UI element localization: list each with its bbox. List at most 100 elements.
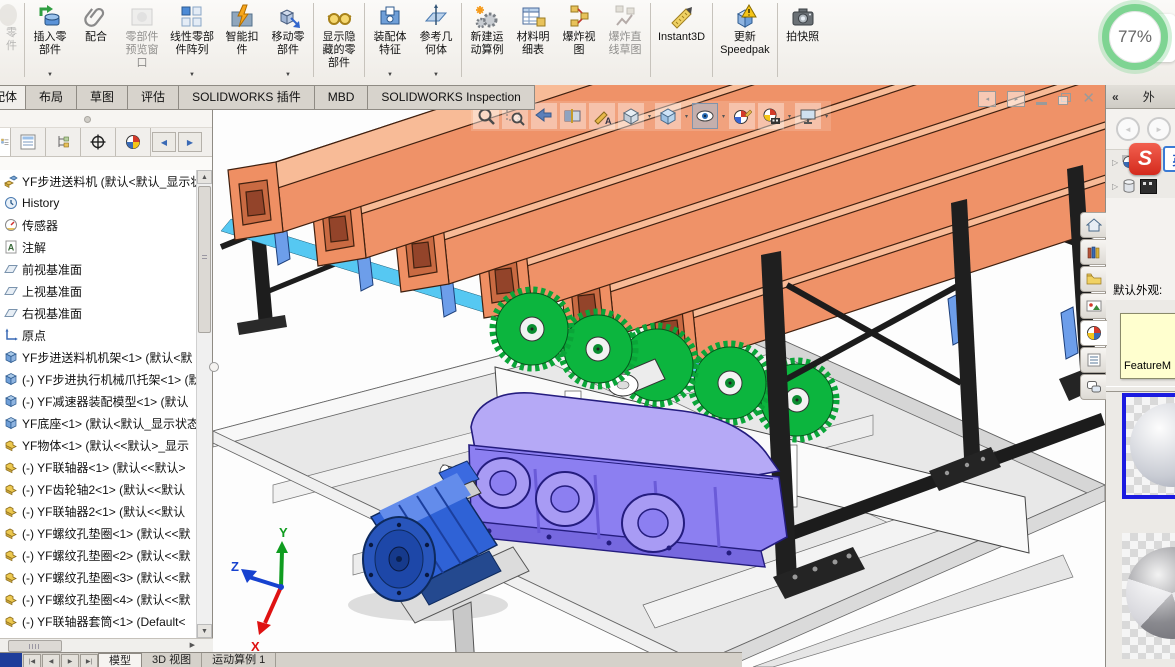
sogou-ime-icon[interactable]: S bbox=[1129, 143, 1161, 175]
edit-appearance-icon[interactable] bbox=[729, 103, 756, 129]
custom-properties-icon[interactable] bbox=[1080, 347, 1106, 373]
restore-button[interactable] bbox=[1058, 93, 1072, 105]
dropdown-caret-icon[interactable]: ▾ bbox=[685, 113, 688, 120]
toolbar-button-exploded-view[interactable]: 爆炸视 图 bbox=[556, 0, 602, 81]
tab-assembly-partial[interactable]: 配体 bbox=[0, 85, 27, 110]
last-study-icon[interactable]: ▶| bbox=[80, 654, 98, 667]
tree-item-component[interactable]: (-) YF减速器装配模型<1> (默认 bbox=[0, 390, 196, 412]
tree-item-front-plane[interactable]: 前视基准面 bbox=[0, 258, 196, 280]
hide-show-items-icon[interactable] bbox=[692, 103, 719, 129]
file-explorer-icon[interactable] bbox=[1080, 266, 1106, 292]
toolbar-button-assembly-features[interactable]: 装配体 特征 ▼ bbox=[367, 0, 413, 81]
tree-item-component[interactable]: (-) YF联轴器2<1> (默认<<默认 bbox=[0, 500, 196, 522]
scenes-tree-item[interactable]: ▷ bbox=[1106, 174, 1175, 198]
toolbar-button-reference-geometry[interactable]: 参考几 何体 ▼ bbox=[413, 0, 459, 81]
dropdown-caret-icon[interactable]: ▾ bbox=[788, 113, 791, 120]
expand-arrow-icon[interactable]: ▷ bbox=[1112, 158, 1118, 167]
tree-item-right-plane[interactable]: 右视基准面 bbox=[0, 302, 196, 324]
dropdown-caret-icon[interactable]: ▾ bbox=[825, 113, 828, 120]
view-orientation-icon[interactable] bbox=[618, 103, 644, 129]
tree-item-component[interactable]: YF底座<1> (默认<默认_显示状态 bbox=[0, 412, 196, 434]
tab-property-manager[interactable] bbox=[11, 128, 46, 156]
tab-model[interactable]: 模型 bbox=[98, 653, 142, 667]
tab-featuremanager-tree[interactable] bbox=[0, 128, 11, 156]
tab-scroll-right-icon[interactable]: ▶ bbox=[178, 132, 202, 152]
tree-item-component[interactable]: (-) YF螺纹孔垫圈<1> (默认<<默 bbox=[0, 522, 196, 544]
tree-item-top-plane[interactable]: 上视基准面 bbox=[0, 280, 196, 302]
appearance-swatch-selected[interactable] bbox=[1122, 393, 1175, 499]
forum-icon[interactable] bbox=[1080, 374, 1106, 400]
toolbar-button-mate[interactable]: 配合 bbox=[73, 0, 119, 81]
tab-evaluate[interactable]: 评估 bbox=[127, 85, 180, 110]
scrollbar-thumb[interactable] bbox=[8, 640, 62, 652]
tree-item-component[interactable]: (-) YF螺纹孔垫圈<2> (默认<<默 bbox=[0, 544, 196, 566]
scroll-up-icon[interactable]: ▲ bbox=[197, 170, 212, 184]
appearance-swatch[interactable] bbox=[1122, 533, 1175, 659]
scroll-right-icon[interactable]: ▶ bbox=[190, 641, 195, 649]
scroll-down-icon[interactable]: ▼ bbox=[197, 624, 212, 638]
collapse-task-pane-icon[interactable]: « bbox=[1112, 90, 1119, 104]
tree-item-component[interactable]: YF步进送料机机架<1> (默认<默 bbox=[0, 346, 196, 368]
tree-item-component[interactable]: (-) YF联轴器套筒<1> (Default< bbox=[0, 610, 196, 632]
tree-item-component[interactable]: (-) YF螺纹孔垫圈<4> (默认<<默 bbox=[0, 588, 196, 610]
toolbar-button-take-snapshot[interactable]: 拍快照 bbox=[780, 0, 826, 81]
dropdown-caret-icon[interactable]: ▼ bbox=[433, 72, 439, 78]
display-style-icon[interactable] bbox=[655, 103, 682, 129]
toolbar-button-show-hidden-components[interactable]: 显示隐 藏的零 部件 bbox=[316, 0, 362, 81]
split-pane-left-button[interactable]: ◂ bbox=[978, 91, 997, 107]
dropdown-caret-icon[interactable]: ▼ bbox=[387, 72, 393, 78]
tab-motion-study-1[interactable]: 运动算例 1 bbox=[202, 653, 277, 667]
tab-solidworks-inspection[interactable]: SOLIDWORKS Inspection bbox=[367, 85, 535, 110]
tree-item-component[interactable]: (-) YF联轴器<1> (默认<<默认> bbox=[0, 456, 196, 478]
close-icon[interactable]: ✕ bbox=[1082, 91, 1095, 106]
back-icon[interactable]: ◄ bbox=[1116, 117, 1140, 141]
annotation-visibility-icon[interactable]: A bbox=[589, 103, 615, 129]
dropdown-caret-icon[interactable]: ▾ bbox=[648, 113, 651, 120]
tab-scroll-left-icon[interactable]: ◀ bbox=[152, 132, 176, 152]
tab-layout[interactable]: 布局 bbox=[25, 85, 78, 110]
minimize-button[interactable] bbox=[1036, 101, 1048, 105]
tab-configuration-manager[interactable] bbox=[46, 128, 81, 156]
next-study-icon[interactable]: ▶ bbox=[61, 654, 79, 667]
toolbar-button-insert-component[interactable]: 插入零 部件 ▼ bbox=[27, 0, 73, 81]
tree-item-history[interactable]: History bbox=[0, 192, 196, 214]
first-study-icon[interactable]: |◀ bbox=[23, 654, 41, 667]
tab-dimxpert-manager[interactable] bbox=[81, 128, 116, 156]
tree-filter-row[interactable] bbox=[0, 157, 212, 171]
toolbar-button-smart-fasteners[interactable]: 智能扣 件 bbox=[219, 0, 265, 81]
graphics-viewport[interactable]: Y Z X A ▾ ▾ ▾ ▾ ▾ ◂ ▸ ✕ bbox=[213, 85, 1105, 667]
toolbar-button-new-motion-study[interactable]: 新建运 动算例 bbox=[464, 0, 510, 81]
tab-sketch[interactable]: 草图 bbox=[76, 85, 129, 110]
tree-item-component[interactable]: (-) YF螺纹孔垫圈<3> (默认<<默 bbox=[0, 566, 196, 588]
tree-vertical-scrollbar[interactable]: ▲ ▼ bbox=[196, 170, 212, 638]
split-pane-right-button[interactable]: ▸ bbox=[1007, 91, 1026, 107]
assembly-3d-scene[interactable]: Y Z X bbox=[213, 85, 1105, 667]
dropdown-caret-icon[interactable]: ▼ bbox=[285, 72, 291, 78]
scrollbar-thumb[interactable] bbox=[198, 186, 211, 333]
tree-item-sensors[interactable]: 传感器 bbox=[0, 214, 196, 236]
tab-solidworks-addins[interactable]: SOLIDWORKS 插件 bbox=[178, 85, 315, 110]
ime-mode-badge[interactable]: 英 bbox=[1163, 146, 1175, 172]
previous-view-icon[interactable] bbox=[531, 103, 557, 129]
splitter-dot[interactable] bbox=[84, 116, 91, 123]
panel-splitter-handle[interactable] bbox=[209, 362, 219, 372]
dropdown-caret-icon[interactable]: ▼ bbox=[189, 72, 195, 78]
toolbar-button-edit-component-partial[interactable]: 零件 bbox=[0, 0, 22, 81]
tree-item-origin[interactable]: 原点 bbox=[0, 324, 196, 346]
apply-scene-icon[interactable] bbox=[758, 103, 785, 129]
tab-mbd[interactable]: MBD bbox=[313, 85, 369, 110]
section-view-icon[interactable] bbox=[560, 103, 586, 129]
toolbar-button-move-component[interactable]: 移动零 部件 ▼ bbox=[265, 0, 311, 81]
tree-item-assembly-root[interactable]: YF步进送料机 (默认<默认_显示状 bbox=[0, 170, 196, 192]
tab-3d-views[interactable]: 3D 视图 bbox=[142, 653, 203, 667]
toolbar-button-update-speedpak[interactable]: 更新 Speedpak bbox=[715, 0, 775, 81]
home-icon[interactable] bbox=[1080, 212, 1106, 238]
tree-item-component[interactable]: YF物体<1> (默认<<默认>_显示 bbox=[0, 434, 196, 456]
forward-icon[interactable]: ► bbox=[1147, 117, 1171, 141]
tree-item-component[interactable]: (-) YF齿轮轴2<1> (默认<<默认 bbox=[0, 478, 196, 500]
previous-study-icon[interactable]: ◀ bbox=[42, 654, 60, 667]
tab-display-manager[interactable] bbox=[116, 128, 151, 156]
tree-item-annotations[interactable]: 注解 bbox=[0, 236, 196, 258]
dropdown-caret-icon[interactable]: ▾ bbox=[722, 113, 725, 120]
appearances-scenes-icon[interactable] bbox=[1080, 320, 1107, 346]
